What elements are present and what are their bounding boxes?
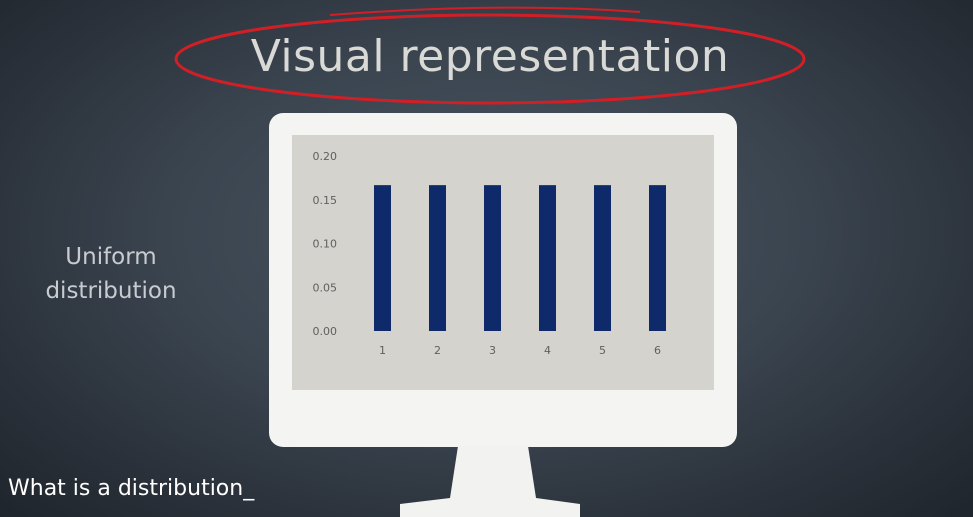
video-caption: What is a distribution_ xyxy=(8,476,255,501)
bar-5 xyxy=(594,185,611,331)
x-tick-label: 3 xyxy=(489,344,496,357)
x-tick-label: 4 xyxy=(544,344,551,357)
bar-2 xyxy=(429,185,446,331)
x-tick-label: 2 xyxy=(434,344,441,357)
monitor-stand xyxy=(400,446,580,517)
x-tick-label: 6 xyxy=(654,344,661,357)
y-tick-label: 0.05 xyxy=(313,281,338,294)
y-tick-label: 0.00 xyxy=(313,325,338,338)
y-tick-label: 0.10 xyxy=(313,238,338,251)
bar-1 xyxy=(374,185,391,331)
bar-chart: 0.00 0.05 0.10 0.15 0.20 1 2 3 4 5 6 xyxy=(313,150,666,357)
x-tick-label: 1 xyxy=(379,344,386,357)
bar-6 xyxy=(649,185,666,331)
y-tick-label: 0.20 xyxy=(313,150,338,163)
monitor: 0.00 0.05 0.10 0.15 0.20 1 2 3 4 5 6 xyxy=(269,113,737,447)
y-tick-label: 0.15 xyxy=(313,194,338,207)
slide-title: Visual representation xyxy=(250,30,730,82)
uniform-distribution-label: Uniform distribution xyxy=(45,244,177,304)
x-tick-label: 5 xyxy=(599,344,606,357)
monitor-screen: 0.00 0.05 0.10 0.15 0.20 1 2 3 4 5 6 xyxy=(292,135,714,390)
bar-3 xyxy=(484,185,501,331)
bar-4 xyxy=(539,185,556,331)
